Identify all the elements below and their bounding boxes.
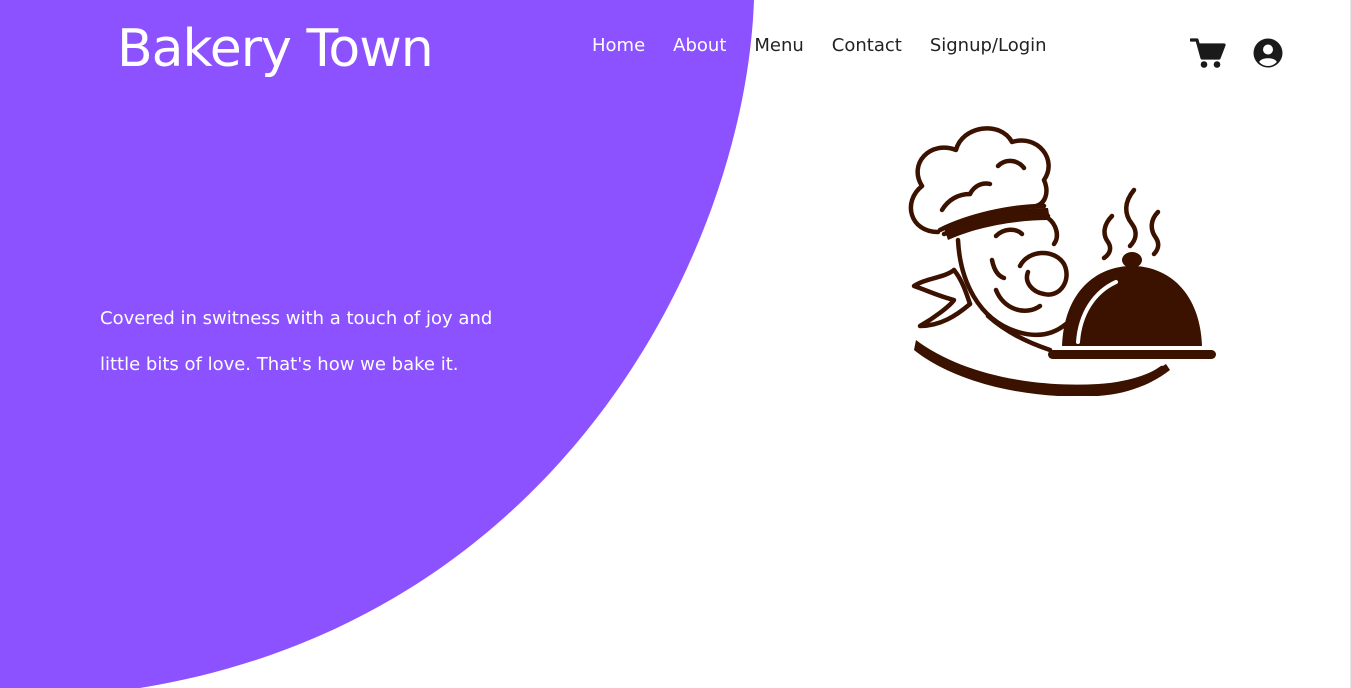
hero-tagline: Covered in switness with a touch of joy …: [100, 296, 520, 388]
landing-page: Bakery Town Home About Menu Contact Sign…: [0, 0, 1351, 688]
cart-button[interactable]: [1190, 36, 1226, 70]
account-button[interactable]: [1252, 37, 1284, 69]
nav-link-signup-login[interactable]: Signup/Login: [930, 33, 1047, 59]
chef-with-cloche-icon: [908, 126, 1216, 396]
main-nav: Home About Menu Contact Signup/Login: [592, 33, 1047, 59]
nav-link-home[interactable]: Home: [592, 33, 645, 59]
tagline-line-2: little bits of love. That's how we bake …: [100, 354, 459, 375]
header-icons: [1190, 36, 1284, 70]
nav-link-menu[interactable]: Menu: [754, 33, 803, 59]
shopping-cart-icon: [1190, 38, 1226, 68]
user-circle-icon: [1253, 38, 1283, 68]
nav-link-about[interactable]: About: [673, 33, 726, 59]
tagline-line-1: Covered in switness with a touch of joy …: [100, 308, 493, 329]
nav-link-contact[interactable]: Contact: [832, 33, 902, 59]
brand-logo-text[interactable]: Bakery Town: [117, 14, 434, 84]
